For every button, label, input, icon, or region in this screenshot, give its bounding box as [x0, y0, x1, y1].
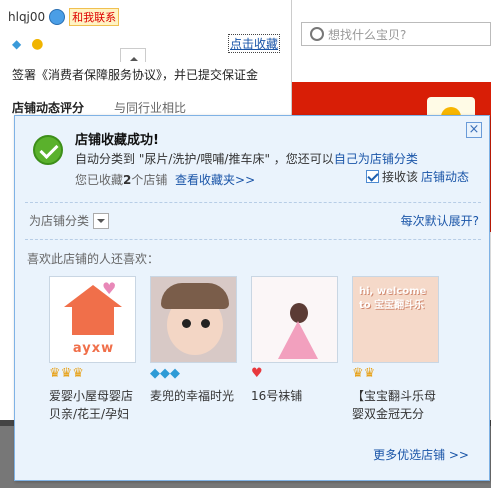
search-icon — [310, 27, 324, 41]
shop-card[interactable]: hi, welcome to 宝宝翻斗乐 ♛♛ 【宝宝翻斗乐母婴双金冠无分 — [352, 276, 439, 423]
shop-logo-text: ayxw — [72, 341, 115, 356]
diamond-icon: ◆ — [12, 37, 22, 51]
recommended-shops: ♥ ayxw ♛♛♛ 爱婴小屋母婴店 贝亲/花王/孕妇 ◆◆◆ 麦兜的幸福时光 — [49, 276, 439, 423]
credit-badges: ◆ ● — [12, 36, 43, 52]
shop-thumbnail[interactable]: ♥ ayxw — [49, 276, 136, 363]
shop-logo-text: hi, welcome to 宝宝翻斗乐 — [359, 286, 427, 311]
crown-icon: ♛♛♛ — [49, 366, 84, 381]
shop-name[interactable]: 【宝宝翻斗乐母婴双金冠无分 — [352, 387, 439, 423]
also-like-label: 喜欢此店铺的人还喜欢： — [27, 252, 160, 266]
favorite-count-suffix: 个店铺 — [131, 173, 168, 187]
shop-thumbnail[interactable]: hi, welcome to 宝宝翻斗乐 — [352, 276, 439, 363]
search-input[interactable]: 想找什么宝贝? — [328, 26, 406, 43]
more-shops-link[interactable]: 更多优选店铺 >> — [373, 446, 469, 463]
rating-title: 店铺动态评分 — [12, 101, 85, 115]
favorite-success-dialog: × 店铺收藏成功! 自动分类到 "尿片/洗护/喂哺/推车床" ，您还可以自己为店… — [14, 115, 490, 481]
divider — [25, 239, 481, 240]
dialog-title: 店铺收藏成功! — [75, 133, 159, 148]
chevron-down-icon[interactable] — [93, 212, 110, 229]
favorite-count-info: 您已收藏2个店铺 查看收藏夹>> — [75, 171, 255, 188]
receive-updates-option[interactable]: 接收该 店铺动态 — [366, 168, 469, 185]
shop-card[interactable]: ♥ 16号袜铺 — [251, 276, 338, 423]
baby-eye — [201, 319, 210, 328]
shop-rating-badges: ♛♛♛ — [49, 366, 136, 384]
default-expand-link[interactable]: 每次默认展开? — [401, 212, 479, 229]
category-label: 为店铺分类 — [29, 214, 90, 228]
shop-name[interactable]: 爱婴小屋母婴店 贝亲/花王/孕妇 — [49, 387, 136, 423]
shop-name[interactable]: 麦兜的幸福时光 — [150, 387, 237, 405]
username[interactable]: hlqj00 — [8, 10, 45, 24]
collapse-arrow-icon[interactable] — [120, 48, 146, 62]
favorite-store-link[interactable]: 点击收藏 — [228, 34, 281, 53]
contact-button[interactable]: 和我联系 — [69, 8, 120, 26]
shop-card[interactable]: ◆◆◆ 麦兜的幸福时光 — [150, 276, 237, 423]
search-box[interactable]: 想找什么宝贝? — [301, 22, 491, 46]
shop-thumbnail[interactable] — [150, 276, 237, 363]
custom-category-link[interactable]: 自己为店铺分类 — [334, 152, 418, 166]
receive-updates-checkbox[interactable] — [366, 170, 379, 183]
shop-rating-badges: ♥ — [251, 366, 338, 384]
shop-name[interactable]: 16号袜铺 — [251, 387, 338, 405]
shop-card[interactable]: ♥ ayxw ♛♛♛ 爱婴小屋母婴店 贝亲/花王/孕妇 — [49, 276, 136, 423]
receive-updates-label: 接收该 — [382, 170, 419, 184]
category-info: 自动分类到 "尿片/洗护/喂哺/推车床" ，您还可以自己为店铺分类 — [75, 150, 418, 167]
divider — [25, 202, 481, 203]
store-header: hlqj00 和我联系 — [8, 8, 120, 26]
baby-eye — [182, 319, 191, 328]
store-category-selector[interactable]: 为店铺分类 — [29, 212, 110, 229]
crown-icon: ♛♛ — [352, 366, 376, 381]
shop-rating-badges: ◆◆◆ — [150, 366, 237, 384]
consumer-protection-icon: ● — [31, 36, 44, 52]
category-info-text: 自动分类到 "尿片/洗护/喂哺/推车床" ，您还可以 — [75, 152, 334, 166]
rating-compare: 与同行业相比 — [114, 101, 187, 115]
agreement-text: 签署《消费者保障服务协议》，并已提交保证金 — [12, 68, 259, 82]
shop-rating-badges: ♛♛ — [352, 366, 439, 384]
girl-dress — [278, 321, 318, 359]
wangwang-icon[interactable] — [49, 9, 66, 25]
store-updates-link[interactable]: 店铺动态 — [421, 168, 469, 185]
girl-head — [290, 303, 308, 323]
baby-hair — [161, 283, 229, 309]
house-logo — [72, 301, 114, 335]
shop-thumbnail[interactable] — [251, 276, 338, 363]
success-check-icon — [33, 135, 63, 165]
diamond-icon: ◆◆◆ — [150, 366, 180, 381]
close-icon[interactable]: × — [466, 122, 482, 138]
favorite-count-prefix: 您已收藏 — [75, 173, 124, 187]
heart-icon: ♥ — [251, 366, 263, 381]
view-favorites-link[interactable]: 查看收藏夹>> — [175, 173, 255, 187]
